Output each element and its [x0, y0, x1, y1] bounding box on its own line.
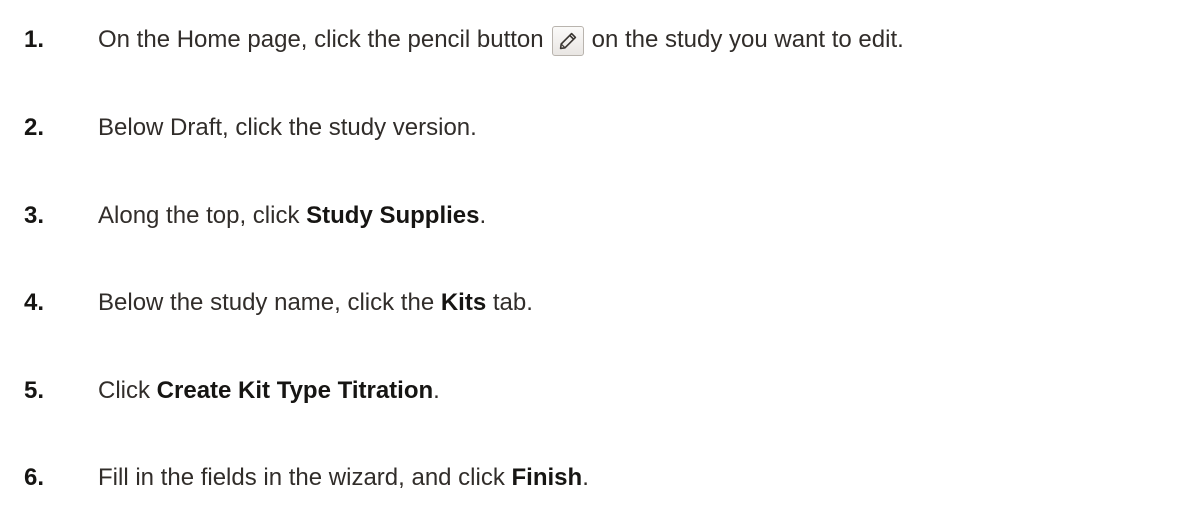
step-text-after: tab.: [486, 289, 533, 316]
step-text: On the Home page, click the pencil butto…: [98, 20, 904, 60]
step-text: Below the study name, click the Kits tab…: [98, 283, 533, 323]
step-text-after: .: [433, 377, 440, 404]
ui-label-kits: Kits: [440, 289, 487, 316]
step-1: 1. On the Home page, click the pencil bu…: [0, 20, 904, 60]
step-number: 5.: [24, 377, 45, 404]
step-text: Along the top, click Study Supplies.: [98, 196, 486, 236]
step-text-after: .: [479, 202, 487, 229]
step-text-before: Fill in the fields in the wizard, and cl…: [98, 464, 512, 491]
step-text-before: Below the study name, click the: [98, 289, 441, 316]
step-text-part: on the study you want to edit.: [591, 26, 904, 53]
step-5: 5. Click Create Kit Type Titration.: [0, 371, 440, 411]
procedure-steps: 1. On the Home page, click the pencil bu…: [0, 0, 1193, 523]
step-6: 6. Fill in the fields in the wizard, and…: [0, 458, 589, 498]
pencil-icon[interactable]: [551, 25, 584, 56]
pencil-icon-graphic: [559, 32, 576, 49]
step-text-before: Along the top, click: [98, 202, 307, 229]
ui-label-study-supplies: Study Supplies: [306, 202, 480, 229]
step-2: 2. Below Draft, click the study version.: [0, 108, 477, 148]
step-3: 3. Along the top, click Study Supplies.: [0, 196, 486, 236]
step-text: Click Create Kit Type Titration.: [98, 371, 440, 411]
step-number: 6.: [24, 464, 45, 491]
ui-label-finish: Finish: [511, 464, 583, 491]
step-number: 4.: [24, 289, 45, 316]
step-number: 3.: [24, 202, 45, 229]
step-4: 4. Below the study name, click the Kits …: [0, 283, 533, 323]
step-number: 1.: [24, 26, 45, 53]
step-text: Below Draft, click the study version.: [98, 114, 477, 141]
step-number: 2.: [24, 114, 45, 141]
step-text-part: On the Home page, click the pencil butto…: [98, 26, 544, 53]
step-text-before: Click: [98, 377, 157, 404]
ui-label-create-kit-type-titration: Create Kit Type Titration: [156, 377, 434, 404]
step-text-after: .: [582, 464, 589, 491]
step-text: Fill in the fields in the wizard, and cl…: [98, 458, 589, 498]
